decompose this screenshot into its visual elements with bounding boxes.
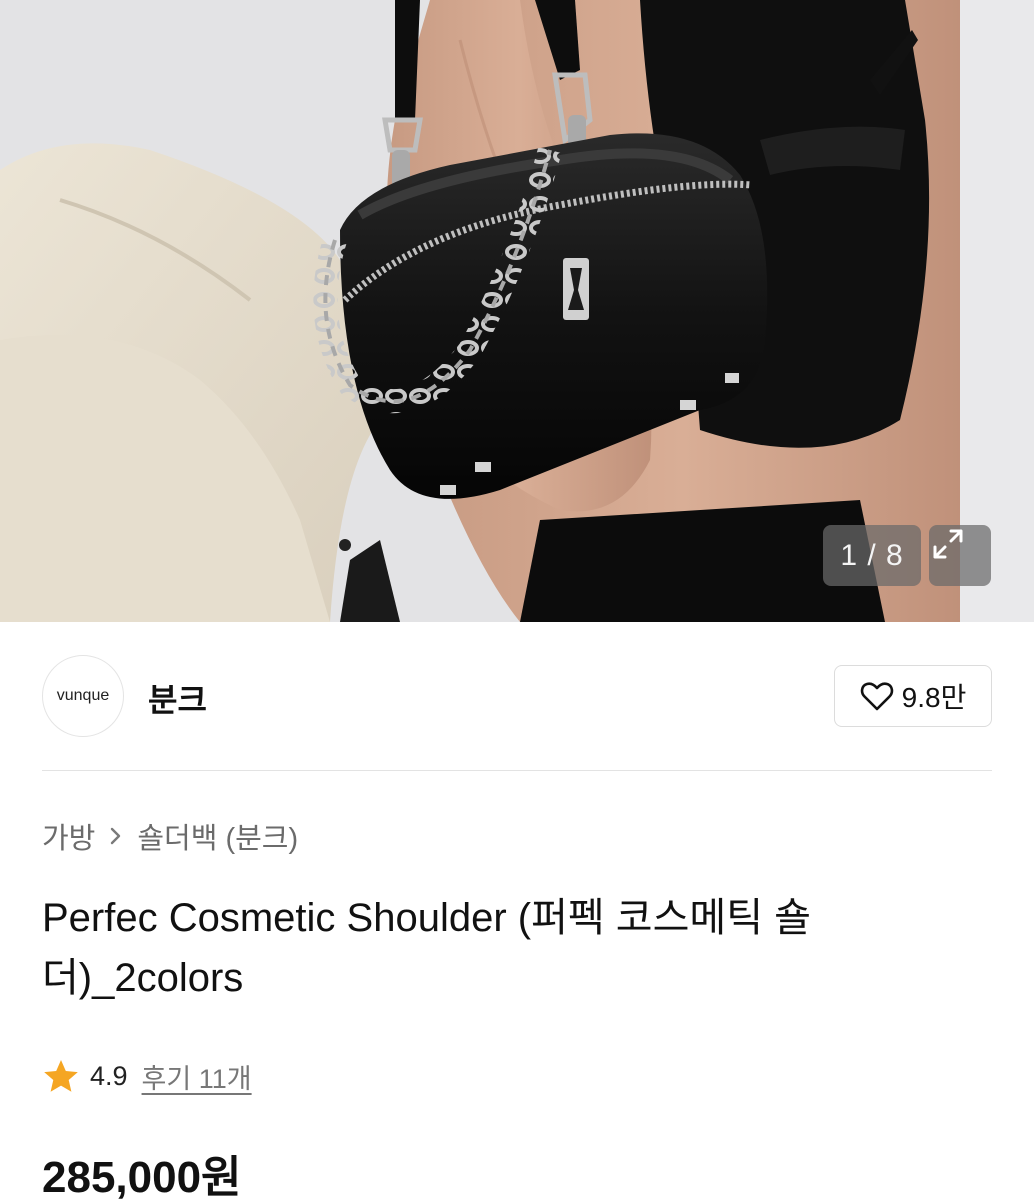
breadcrumb-item-bag[interactable]: 가방 xyxy=(42,815,95,857)
product-detail-page: 1 / 8 vunque 분크 9.8만 가방 숄더백 (분크) Perfec … xyxy=(0,0,1034,1200)
product-price: 285,000원 xyxy=(42,1153,242,1200)
expand-icon xyxy=(933,529,963,559)
rating-row: 4.9 후기 11개 xyxy=(42,1056,252,1096)
brand-logo[interactable]: vunque xyxy=(42,655,124,737)
product-title: Perfec Cosmetic Shoulder (퍼펙 코스메틱 숄더)_2c… xyxy=(42,896,811,1000)
brand-name[interactable]: 분크 xyxy=(148,675,207,721)
image-counter: 1 / 8 xyxy=(823,525,921,586)
product-image-gallery[interactable]: 1 / 8 xyxy=(0,0,1034,622)
rating-score: 4.9 xyxy=(90,1060,128,1091)
expand-button[interactable] xyxy=(929,525,991,586)
like-count: 9.8만 xyxy=(901,682,967,713)
breadcrumb: 가방 숄더백 (분크) xyxy=(42,816,298,856)
like-button[interactable]: 9.8만 xyxy=(834,665,992,727)
divider xyxy=(42,770,992,771)
breadcrumb-item-shoulder-bag[interactable]: 숄더백 (분크) xyxy=(137,815,298,857)
chevron-right-icon xyxy=(111,827,121,845)
review-count-link[interactable]: 후기 11개 xyxy=(142,1057,252,1096)
star-icon xyxy=(44,1060,78,1092)
heart-outline-icon xyxy=(860,682,893,711)
brand-row: vunque 분크 9.8만 xyxy=(42,655,992,737)
